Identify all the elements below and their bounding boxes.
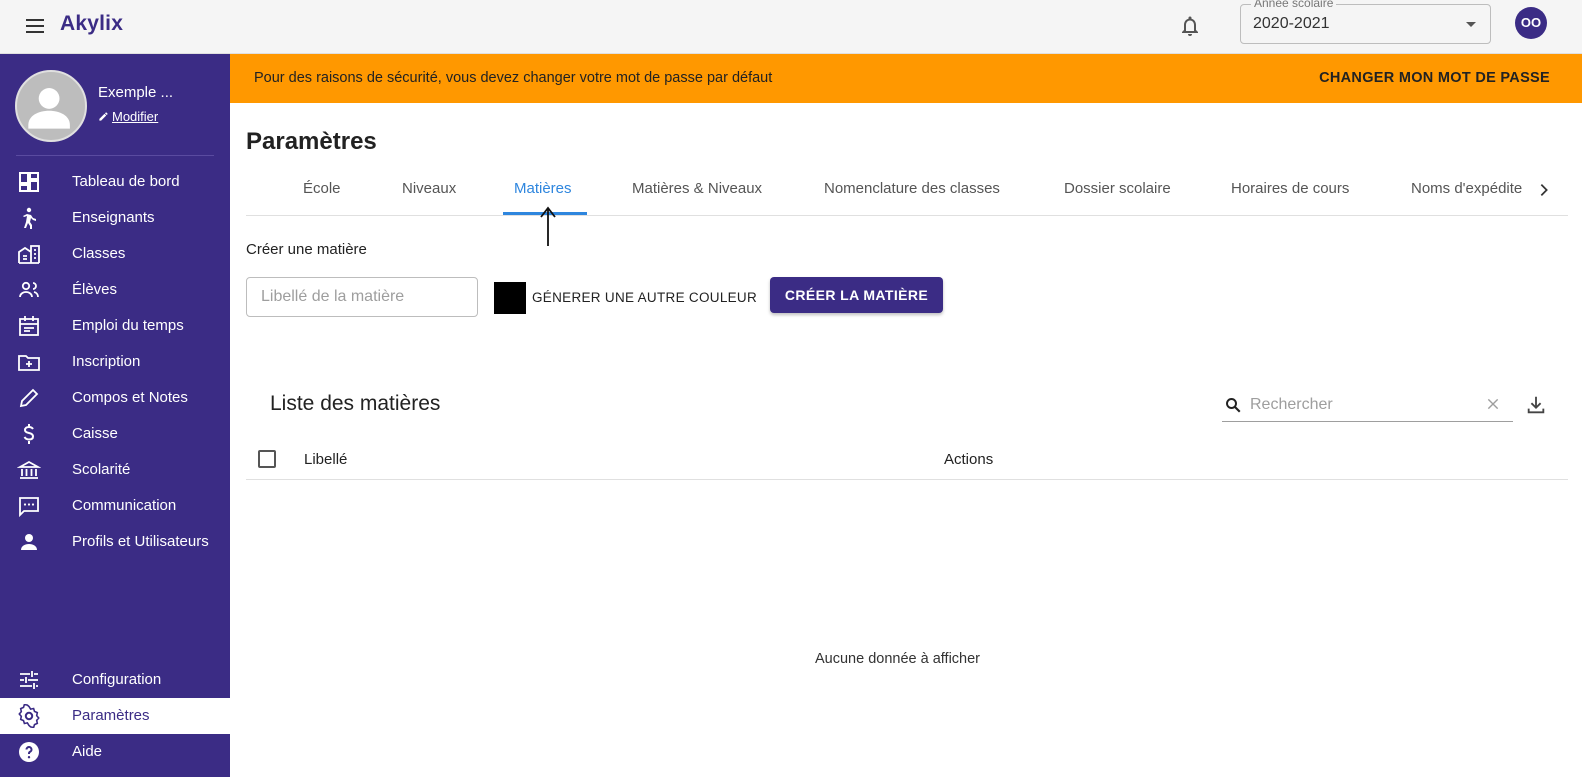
sidebar-item-enseignants[interactable]: Enseignants	[0, 200, 230, 236]
dollar-icon	[23, 424, 35, 444]
menu-icon[interactable]	[24, 15, 46, 39]
column-header-libelle[interactable]: Libellé	[304, 451, 347, 468]
sidebar-item-label: Caisse	[72, 425, 118, 442]
search-input[interactable]	[1250, 393, 1470, 417]
sidebar-divider	[16, 155, 214, 156]
sidebar-item-label: Classes	[72, 245, 126, 262]
sidebar-item-label: Emploi du temps	[72, 317, 184, 334]
empty-table-message: Aucune donnée à afficher	[815, 651, 981, 667]
download-icon[interactable]	[1525, 394, 1547, 416]
chat-icon	[19, 497, 39, 518]
close-icon[interactable]	[1486, 397, 1500, 411]
sidebar-item-eleves[interactable]: Élèves	[0, 272, 230, 308]
sidebar-item-label: Scolarité	[72, 461, 131, 478]
sidebar-item-label: Aide	[72, 743, 103, 760]
folder-add-icon	[18, 355, 40, 371]
tab-dossier-scolaire[interactable]: Dossier scolaire	[1064, 168, 1171, 216]
subject-label-input[interactable]	[246, 277, 478, 317]
school-year-label: Année scolaire	[1251, 0, 1337, 10]
person-icon	[21, 534, 37, 550]
create-subject-heading: Créer une matière	[246, 241, 367, 258]
sidebar-item-emploi-du-temps[interactable]: Emploi du temps	[0, 308, 230, 344]
tab-nomenclature-des-classes[interactable]: Nomenclature des classes	[824, 168, 1000, 216]
color-swatch[interactable]	[494, 282, 526, 314]
bell-icon[interactable]	[1178, 13, 1202, 39]
chevron-right-icon[interactable]	[1536, 182, 1552, 198]
user-avatar[interactable]: OO	[1515, 7, 1547, 39]
app-brand[interactable]: Akylix	[60, 12, 123, 36]
sidebar-item-label: Enseignants	[72, 209, 155, 226]
sidebar-item-caisse[interactable]: Caisse	[0, 416, 230, 452]
tab-horaires-de-cours[interactable]: Horaires de cours	[1231, 168, 1349, 216]
sidebar: Exemple ... Modifier Tableau de bord Ens…	[0, 54, 230, 777]
school-year-value: 2020-2021	[1253, 15, 1330, 32]
dashboard-icon	[19, 172, 39, 192]
page-title: Paramètres	[246, 128, 377, 155]
building-icon	[18, 245, 40, 264]
sidebar-item-compos-et-notes[interactable]: Compos et Notes	[0, 380, 230, 416]
tab-matieres-niveaux[interactable]: Matières & Niveaux	[632, 168, 762, 216]
search-icon	[1226, 398, 1241, 413]
change-password-button[interactable]: CHANGER MON MOT DE PASSE	[1319, 70, 1550, 86]
help-icon	[19, 742, 39, 762]
gear-icon	[18, 704, 40, 728]
column-header-actions: Actions	[944, 451, 994, 468]
teacher-icon	[23, 207, 36, 229]
sidebar-item-profils-et-utilisateurs[interactable]: Profils et Utilisateurs	[0, 524, 230, 560]
sidebar-item-configuration[interactable]: Configuration	[0, 662, 230, 698]
pencil-icon	[99, 112, 108, 121]
sidebar-item-label: Compos et Notes	[72, 389, 188, 406]
pencil-icon	[19, 388, 39, 408]
pointer-arrow-icon	[540, 206, 556, 246]
chevron-down-icon	[1466, 22, 1476, 27]
sidebar-item-label: Inscription	[72, 353, 141, 370]
generate-color-button[interactable]: GÉNERER UNE AUTRE COULEUR	[532, 290, 757, 305]
profile-avatar	[15, 70, 87, 142]
profile-edit-label: Modifier	[112, 109, 159, 124]
school-year-select[interactable]: Année scolaire 2020-2021	[1240, 0, 1491, 44]
subjects-list-title: Liste des matières	[270, 392, 441, 415]
sidebar-item-label: Paramètres	[72, 707, 150, 724]
sidebar-item-label: Tableau de bord	[72, 173, 180, 190]
profile-edit-link[interactable]: Modifier	[98, 109, 158, 124]
sidebar-item-communication[interactable]: Communication	[0, 488, 230, 524]
calendar-icon	[19, 316, 39, 336]
sidebar-item-label: Élèves	[72, 281, 118, 298]
sidebar-item-label: Configuration	[72, 671, 162, 688]
top-app-bar: Akylix Année scolaire 2020-2021 OO	[0, 0, 1582, 54]
table-header: Libellé Actions	[246, 440, 1568, 480]
banner-message: Pour des raisons de sécurité, vous devez…	[254, 70, 773, 86]
tab-noms-expediteurs[interactable]: Noms d'expédite	[1411, 168, 1529, 216]
sidebar-item-scolarite[interactable]: Scolarité	[0, 452, 230, 488]
create-subject-button[interactable]: CRÉER LA MATIÈRE	[770, 277, 943, 313]
profile-name: Exemple ...	[98, 84, 174, 101]
sidebar-item-label: Communication	[72, 497, 177, 514]
tab-niveaux[interactable]: Niveaux	[402, 168, 456, 216]
people-icon	[19, 281, 39, 298]
sidebar-item-classes[interactable]: Classes	[0, 236, 230, 272]
bank-icon	[17, 460, 41, 479]
search-field[interactable]	[1222, 390, 1513, 422]
sidebar-item-label: Profils et Utilisateurs	[72, 533, 209, 550]
sidebar-item-tableau-de-bord[interactable]: Tableau de bord	[0, 164, 230, 200]
settings-tabs: École Niveaux Matières Matières & Niveau…	[246, 168, 1568, 216]
sidebar-item-inscription[interactable]: Inscription	[0, 344, 230, 380]
select-all-checkbox[interactable]	[258, 450, 276, 468]
sidebar-item-parametres[interactable]: Paramètres	[0, 698, 230, 734]
person-placeholder-icon	[28, 88, 70, 129]
tune-icon	[20, 671, 38, 689]
tab-ecole[interactable]: École	[303, 168, 341, 216]
sidebar-item-aide[interactable]: Aide	[0, 734, 230, 770]
security-banner: Pour des raisons de sécurité, vous devez…	[230, 54, 1582, 103]
